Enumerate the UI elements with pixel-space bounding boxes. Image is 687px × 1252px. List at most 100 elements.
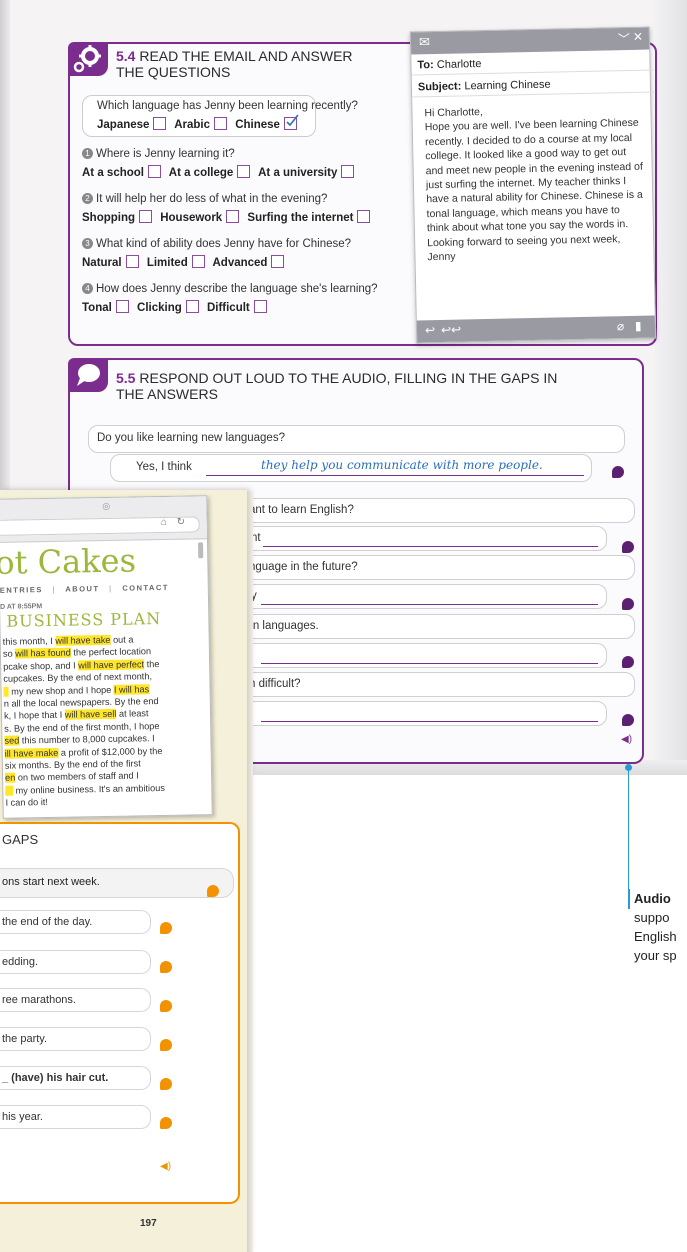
attachment-icon[interactable]: ⌀ [617, 319, 625, 333]
callout-line-text: suppo [634, 910, 670, 925]
answer-line [263, 530, 598, 547]
checkbox[interactable] [253, 300, 267, 313]
question-number: 2 [82, 193, 93, 204]
answer-bubble: _ (have) his hair cut. [0, 1066, 151, 1090]
nav-contact[interactable]: CONTACT [122, 583, 169, 593]
option-label: Housework [160, 212, 223, 224]
checkbox[interactable] [153, 117, 167, 130]
item-text: ree marathons. [2, 994, 76, 1006]
question-3-options: Natural Limited Advanced [82, 255, 289, 269]
checkbox[interactable] [226, 210, 240, 223]
question-text: It will help her do less of what in the … [96, 193, 328, 205]
option-label: Advanced [212, 257, 268, 269]
audio-icon[interactable]: ◀) [621, 734, 632, 745]
exercise-number: 5.5 [116, 370, 136, 386]
speech-bubble-icon [68, 358, 108, 392]
question-bubble: Do you like learning new languages? [88, 425, 625, 453]
checkbox[interactable] [357, 210, 371, 223]
option-label: At a school [82, 167, 144, 179]
exercise-heading: GAPS [2, 832, 39, 847]
item-text: the end of the day. [2, 916, 93, 928]
question-text: Where is Jenny learning it? [96, 148, 235, 160]
checkbox[interactable] [147, 165, 161, 178]
email-subject-row: Subject: Learning Chinese [411, 73, 655, 98]
speaker-icon [622, 598, 634, 610]
option-label: Difficult [206, 302, 250, 314]
trash-icon[interactable]: ▮ [635, 319, 642, 333]
browser-toolbar: ◎ ⌂ ↻ [0, 496, 207, 543]
question-3: 3 What kind of ability does Jenny have fo… [82, 238, 351, 250]
checkbox[interactable] [115, 300, 129, 313]
speaker-icon [622, 656, 634, 668]
heading-line-2: THE QUESTIONS [116, 64, 231, 80]
option-label: Limited [146, 257, 188, 269]
option-label: Shopping [82, 212, 136, 224]
answer-line [261, 588, 598, 605]
example-options: Japanese Arabic Chinese [97, 114, 302, 131]
address-bar[interactable] [0, 516, 200, 536]
speaker-icon [207, 885, 219, 897]
blog-browser-window: ◎ ⌂ ↻ ot Cakes ENTRIES | ABOUT | CONTACT… [0, 495, 213, 819]
speaker-icon [622, 714, 634, 726]
reply-all-icon[interactable]: ↩↩ [441, 323, 461, 337]
checkbox[interactable] [125, 255, 139, 268]
home-icon[interactable]: ⌂ [161, 517, 167, 528]
speaker-icon [160, 1000, 172, 1012]
close-icon[interactable]: ✕ [633, 30, 643, 44]
answer-line [261, 705, 598, 722]
nav-entries[interactable]: ENTRIES [0, 585, 43, 595]
scrollbar[interactable] [198, 542, 204, 559]
question-text: nguage in the future? [249, 561, 358, 573]
nav-about[interactable]: ABOUT [65, 584, 99, 594]
email-body: Hi Charlotte, Hope you are well. I've be… [424, 102, 647, 265]
question-text: Do you like learning new languages? [97, 432, 285, 444]
post-title: BUSINESS PLAN [6, 609, 162, 631]
item-text: his year. [2, 1111, 43, 1123]
refresh-icon[interactable]: ↻ [177, 517, 186, 528]
callout-bar [628, 889, 630, 909]
question-1-options: At a school At a college At a university [82, 165, 359, 179]
question-text: ant to learn English? [249, 504, 354, 516]
exercise-number: 5.4 [116, 48, 136, 64]
answer-bubble: his year. [0, 1105, 151, 1129]
post-date: D AT 8:55PM [0, 603, 43, 611]
checkbox[interactable] [237, 165, 251, 178]
callout-line-text: English [634, 929, 677, 944]
option-label: Japanese [97, 119, 150, 131]
email-to-row: To: Charlotte [411, 51, 654, 76]
speaker-icon [160, 922, 172, 934]
option-label: At a college [168, 167, 234, 179]
envelope-icon: ✉ [418, 34, 431, 50]
callout-line-text: your sp [634, 948, 677, 963]
answer-bubble: ree marathons. [0, 988, 151, 1012]
callout-text: Audio suppo English your sp [634, 889, 677, 965]
page-edge [247, 492, 253, 1252]
email-window: ✉ ﹀ ✕ To: Charlotte Subject: Learning Ch… [409, 26, 657, 344]
audio-icon[interactable]: ◀) [160, 1161, 171, 1172]
checkbox[interactable] [139, 210, 153, 223]
checkbox[interactable] [185, 300, 199, 313]
speaker-icon [160, 1039, 172, 1051]
item-text: ons start next week. [2, 876, 100, 888]
subject-value: Learning Chinese [464, 78, 551, 93]
blog-title: ot Cakes [0, 541, 137, 582]
callout-title: Audio [634, 891, 671, 906]
option-label: Tonal [82, 302, 112, 314]
exercise-5-4-heading: 5.4 READ THE EMAIL AND ANSWER THE QUESTI… [116, 48, 406, 80]
answer-bubble: Yes, I think they help you communicate w… [110, 454, 592, 482]
reply-icon[interactable]: ↩ [425, 323, 435, 337]
heading-line-1: READ THE EMAIL AND ANSWER [139, 48, 353, 64]
option-label: Surfing the internet [247, 212, 354, 224]
checkbox-checked[interactable] [283, 114, 299, 130]
minimize-icon[interactable]: ﹀ [618, 30, 630, 47]
question-text: rn languages. [249, 620, 319, 632]
answer-bubble: edding. [0, 950, 151, 974]
checkbox[interactable] [341, 165, 355, 178]
checkbox[interactable] [191, 255, 205, 268]
exercise-5-5-heading: 5.5 RESPOND OUT LOUD TO THE AUDIO, FILLI… [116, 370, 636, 402]
heading-line-2: THE ANSWERS [116, 386, 218, 402]
checkbox[interactable] [271, 255, 285, 268]
heading-line-1: RESPOND OUT LOUD TO THE AUDIO, FILLING I… [139, 370, 558, 386]
example-answer-box: ons start next week. [0, 868, 234, 898]
checkbox[interactable] [214, 117, 228, 130]
